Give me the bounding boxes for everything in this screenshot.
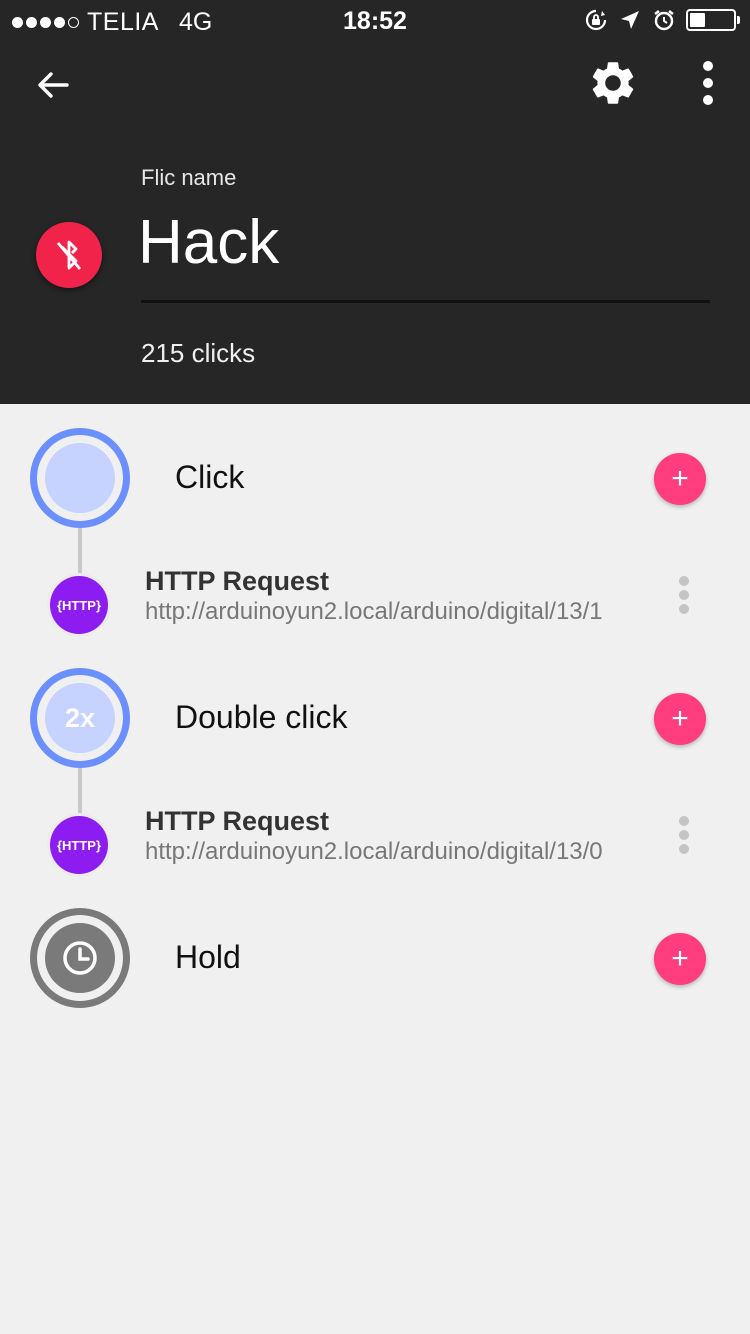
battery-icon — [686, 9, 740, 31]
action-title: HTTP Request — [145, 806, 330, 836]
dot-icon — [679, 576, 689, 586]
event-label: Hold — [175, 939, 241, 975]
action-more-button[interactable] — [672, 572, 696, 618]
bluetooth-off-icon — [56, 240, 82, 270]
dot-icon — [679, 844, 689, 854]
http-request-icon: {HTTP} — [50, 816, 108, 874]
action-url: http://arduinoyun2.local/arduino/digital… — [145, 838, 603, 865]
more-options-button[interactable] — [692, 58, 724, 108]
action-title: HTTP Request — [145, 566, 330, 596]
add-action-button[interactable]: + — [654, 933, 706, 985]
dot-icon — [679, 830, 689, 840]
dot-icon — [679, 604, 689, 614]
arrow-back-icon — [38, 72, 69, 98]
flic-name-input[interactable]: Hack — [138, 208, 279, 278]
flic-header: TELIA 4G 18:52 Flic name Hack 215 clicks — [0, 0, 750, 404]
http-request-icon: {HTTP} — [50, 576, 108, 634]
double-click-label: 2x — [64, 702, 96, 733]
name-input-underline — [141, 300, 710, 303]
dot-icon — [703, 78, 713, 88]
back-button[interactable] — [30, 62, 76, 108]
dot-icon — [703, 95, 713, 105]
battery-level — [690, 13, 705, 27]
dot-icon — [679, 590, 689, 600]
action-row-http[interactable]: {HTTP} HTTP Request http://arduinoyun2.l… — [0, 790, 750, 910]
click-ring-icon — [30, 428, 130, 528]
orientation-lock-icon — [584, 8, 608, 32]
flic-name-label: Flic name — [141, 165, 237, 190]
event-row-hold[interactable]: Hold + — [0, 903, 750, 1013]
action-more-button[interactable] — [672, 812, 696, 858]
event-row-click[interactable]: Click + — [0, 423, 750, 533]
dot-icon — [703, 61, 713, 71]
event-label: Click — [175, 459, 245, 495]
event-row-double-click[interactable]: 2x Double click + — [0, 663, 750, 773]
bluetooth-disconnected-badge — [36, 222, 102, 288]
add-action-button[interactable]: + — [654, 453, 706, 505]
action-url: http://arduinoyun2.local/arduino/digital… — [145, 598, 603, 625]
status-right — [584, 8, 740, 32]
location-arrow-icon — [618, 8, 642, 32]
event-label: Double click — [175, 699, 348, 735]
action-row-http[interactable]: {HTTP} HTTP Request http://arduinoyun2.l… — [0, 550, 750, 670]
hold-ring-icon — [30, 908, 130, 1008]
dot-icon — [679, 816, 689, 826]
gear-icon — [592, 62, 634, 104]
double-click-ring-icon: 2x — [30, 668, 130, 768]
clock-icon — [63, 941, 97, 975]
add-action-button[interactable]: + — [654, 693, 706, 745]
settings-button[interactable] — [584, 54, 642, 112]
alarm-icon — [652, 8, 676, 32]
status-bar: TELIA 4G 18:52 — [0, 0, 750, 40]
click-count: 215 clicks — [141, 338, 256, 368]
